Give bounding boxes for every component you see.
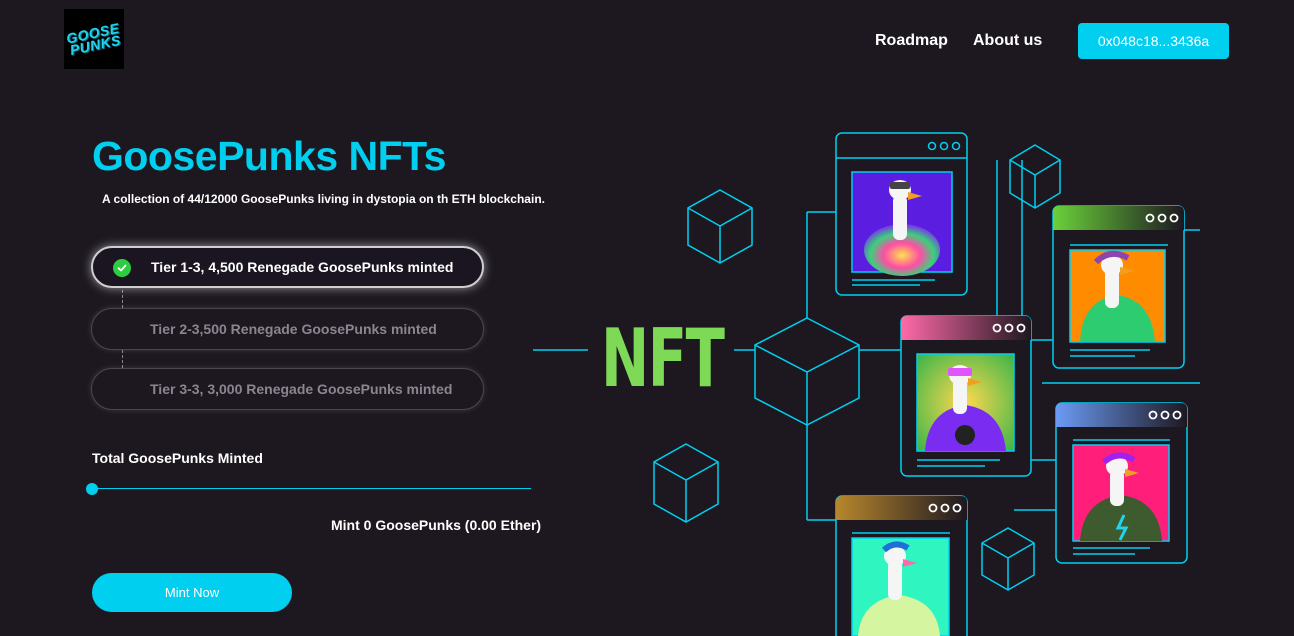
mint-count-label: Mint 0 GoosePunks (0.00 Ether) <box>331 517 542 533</box>
nav-roadmap[interactable]: Roadmap <box>875 32 948 50</box>
wallet-address-button[interactable]: 0x048c18...3436a <box>1078 23 1229 59</box>
mint-slider-track[interactable] <box>92 488 531 489</box>
tier-3-label: Tier 3-3, 3,000 Renegade GoosePunks mint… <box>150 381 453 397</box>
tier-2-label: Tier 2-3,500 Renegade GoosePunks minted <box>150 321 437 337</box>
nft-heading: NFT <box>601 312 725 405</box>
page: GOOSE PUNKS Roadmap About us 0x048c18...… <box>0 0 1294 636</box>
mint-now-button[interactable]: Mint Now <box>92 573 292 612</box>
goosepunks-logo[interactable]: GOOSE PUNKS <box>64 9 124 69</box>
nft-card-2 <box>1052 205 1185 369</box>
tier-1-label: Tier 1-3, 4,500 Renegade GoosePunks mint… <box>151 259 454 275</box>
nft-card-4 <box>1055 402 1188 564</box>
nft-card-3 <box>900 315 1032 477</box>
tier-connector <box>122 350 123 368</box>
page-subtitle: A collection of 44/12000 GoosePunks livi… <box>102 192 545 206</box>
nft-card-1 <box>835 132 968 296</box>
tier-3-item: Tier 3-3, 3,000 Renegade GoosePunks mint… <box>91 368 484 410</box>
logo-text: GOOSE PUNKS <box>64 19 123 59</box>
total-minted-label: Total GoosePunks Minted <box>92 450 263 466</box>
nft-card-5 <box>835 495 968 636</box>
tier-connector <box>122 290 123 308</box>
page-title: GoosePunks NFTs <box>92 133 446 179</box>
tier-2-item: Tier 2-3,500 Renegade GoosePunks minted <box>91 308 484 350</box>
tier-1-item: Tier 1-3, 4,500 Renegade GoosePunks mint… <box>91 246 484 288</box>
nav-about-us[interactable]: About us <box>973 32 1042 50</box>
mint-slider-thumb[interactable] <box>86 483 98 495</box>
check-icon <box>113 259 131 277</box>
